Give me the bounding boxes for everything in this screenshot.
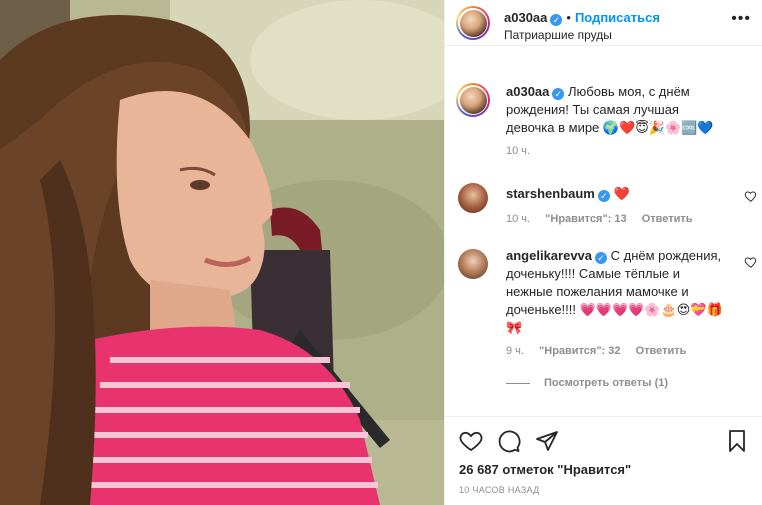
likes-count[interactable]: 26 687 отметок "Нравится" — [459, 462, 631, 477]
header-separator: • — [566, 10, 571, 25]
comment-username[interactable]: starshenbaum — [506, 186, 595, 201]
comment-meta: 9 ч. "Нравится": 32 Ответить — [506, 345, 698, 357]
caption-meta: 10 ч. — [506, 145, 542, 157]
comment-body: starshenbaum ✓ ❤️ — [506, 185, 726, 203]
photo-illustration — [0, 0, 444, 505]
view-replies-button[interactable]: Посмотреть ответы (1) — [506, 377, 668, 389]
comment-likes[interactable]: "Нравится": 32 — [539, 345, 620, 357]
post-side-panel: a030aa ✓ • Подписаться Патриаршие пруды •••… — [444, 0, 762, 505]
reply-button[interactable]: Ответить — [642, 213, 693, 225]
share-icon[interactable] — [535, 429, 559, 453]
avatar-image — [459, 9, 487, 37]
caption-username[interactable]: a030aa — [506, 84, 549, 99]
comment-likes[interactable]: "Нравится": 13 — [545, 213, 626, 225]
avatar[interactable] — [456, 6, 490, 40]
comment-icon[interactable] — [497, 429, 521, 453]
comment-avatar[interactable] — [458, 183, 488, 213]
caption-avatar[interactable] — [456, 83, 490, 117]
like-comment-icon[interactable] — [744, 189, 758, 203]
caption-body: a030aa ✓ Любовь моя, с днём рождения! Ты … — [506, 83, 726, 137]
heart-icon[interactable] — [459, 429, 483, 453]
comment-meta: 10 ч. "Нравится": 13 Ответить — [506, 213, 705, 225]
post-header: a030aa ✓ • Подписаться Патриаршие пруды ••• — [445, 0, 762, 46]
like-comment-icon[interactable] — [744, 255, 758, 269]
comment-time[interactable]: 9 ч. — [506, 345, 524, 357]
header-user-line: a030aa ✓ • Подписаться — [504, 10, 660, 26]
bookmark-icon[interactable] — [725, 429, 749, 453]
comment-username[interactable]: angelikarevva — [506, 248, 592, 263]
view-replies-label: Посмотреть ответы (1) — [544, 377, 669, 389]
location-link[interactable]: Патриаршие пруды — [504, 28, 612, 42]
comment-body: angelikarevva ✓ С днём рождения, доченьку… — [506, 247, 726, 337]
post-actions: 26 687 отметок "Нравится" 10 ЧАСОВ НАЗАД — [445, 416, 762, 502]
verified-icon: ✓ — [597, 190, 610, 202]
comment-time[interactable]: 10 ч. — [506, 213, 530, 225]
replies-divider — [506, 382, 530, 384]
post-modal: a030aa ✓ • Подписаться Патриаршие пруды •••… — [0, 0, 762, 505]
verified-icon: ✓ — [552, 88, 565, 100]
comment-text: ❤️ — [613, 186, 630, 201]
header-username[interactable]: a030aa — [504, 10, 547, 25]
follow-button[interactable]: Подписаться — [575, 10, 660, 25]
verified-icon: ✓ — [550, 14, 563, 26]
comments-list[interactable]: a030aa ✓ Любовь моя, с днём рождения! Ты … — [445, 47, 762, 415]
comment-avatar[interactable] — [458, 249, 488, 279]
verified-icon: ✓ — [595, 252, 608, 264]
reply-button[interactable]: Ответить — [636, 345, 687, 357]
caption-time[interactable]: 10 ч. — [506, 145, 530, 157]
more-icon[interactable]: ••• — [731, 10, 751, 28]
posted-time[interactable]: 10 ЧАСОВ НАЗАД — [459, 485, 540, 495]
post-photo[interactable] — [0, 0, 444, 505]
